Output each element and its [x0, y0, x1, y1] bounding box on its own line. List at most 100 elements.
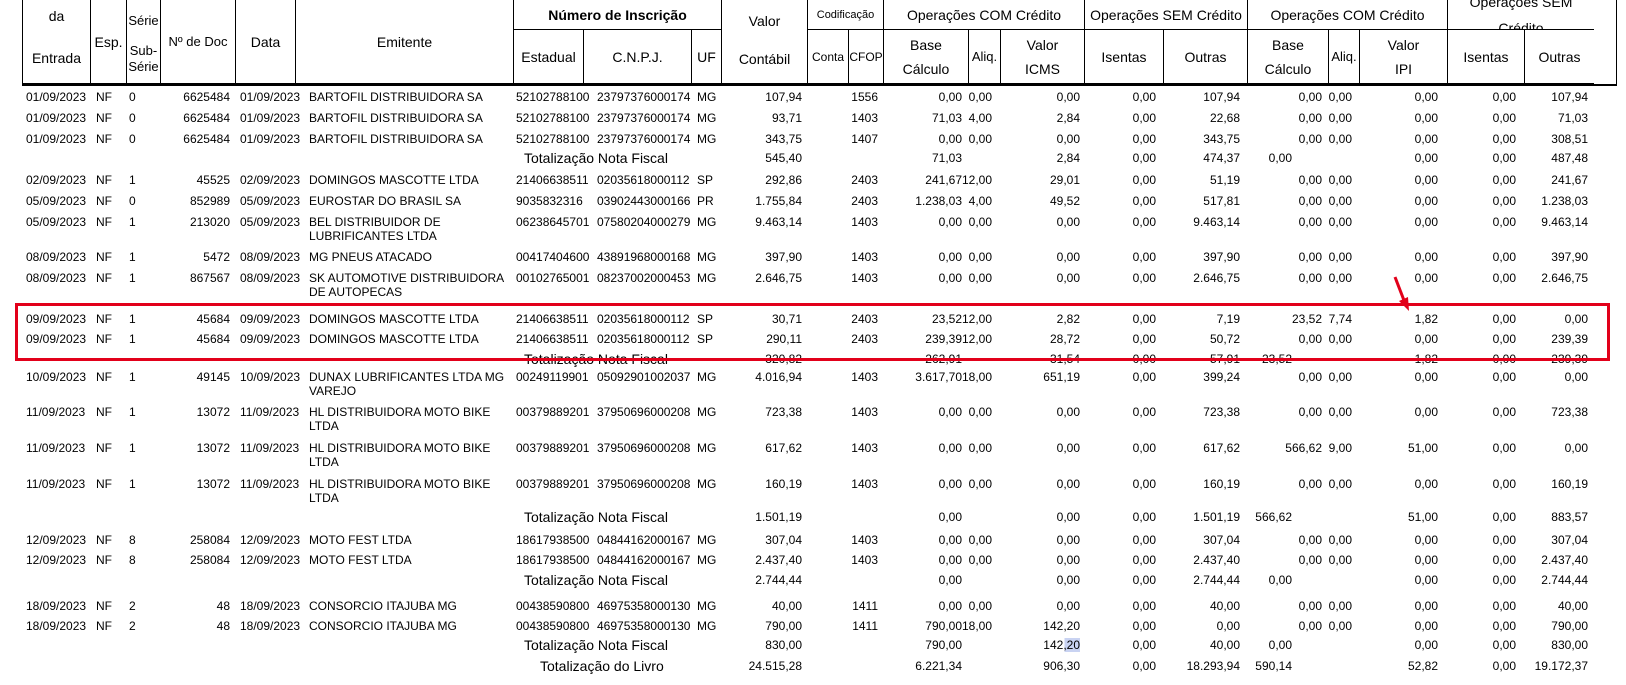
cell-ipi-outras: 790,00 — [1551, 619, 1588, 633]
total-ipi-base: 0,00 — [1268, 573, 1292, 587]
header-ndoc: Nº de Doc — [160, 0, 235, 84]
cell-cnpj: 23797376000174 — [597, 111, 691, 125]
cell-esp: NF — [96, 194, 112, 208]
cell-icms: 0,00 — [1056, 132, 1080, 146]
cell-valor: 723,38 — [765, 405, 802, 419]
cell-icms: 0,00 — [1056, 250, 1080, 264]
cell-uf: MG — [697, 619, 717, 633]
cell-doc: 49145 — [196, 370, 230, 384]
cell-cfop: 1403 — [851, 441, 878, 455]
cell-ipi-valor: 0,00 — [1414, 90, 1438, 104]
cell-esp: NF — [96, 405, 112, 419]
total-valor: 830,00 — [765, 638, 802, 652]
cell-ipi-valor: 0,00 — [1414, 132, 1438, 146]
cell-cfop: 1403 — [851, 215, 878, 229]
cell-estadual: 00438590800 — [516, 619, 590, 633]
cell-entrada: 10/09/2023 — [26, 370, 87, 384]
cell-outras: 2.437,40 — [1193, 553, 1240, 567]
cell-esp: NF — [96, 477, 112, 491]
cell-serie: 1 — [129, 215, 136, 229]
cell-ipi-outras: 40,00 — [1557, 599, 1588, 613]
cell-outras: 617,62 — [1203, 441, 1240, 455]
cell-esp: NF — [96, 533, 112, 547]
total-ipi-valor: 52,82 — [1407, 659, 1438, 673]
header-outras-ipi: Outras — [1524, 30, 1594, 84]
cell-uf: MG — [697, 533, 717, 547]
cell-cfop: 1407 — [851, 132, 878, 146]
cell-uf: MG — [697, 553, 717, 567]
cell-emitente: HL DISTRIBUIDORA MOTO BIKE — [309, 441, 491, 455]
cell-doc: 6625484 — [183, 111, 230, 125]
cell-data: 01/09/2023 — [240, 132, 301, 146]
cell-emitente: MOTO FEST LTDA — [309, 533, 412, 547]
cell-cfop: 1411 — [852, 599, 878, 613]
cell-data: 05/09/2023 — [240, 215, 301, 229]
header-base-calculo-icms: Base Cálculo — [883, 30, 968, 84]
cell-valor: 307,04 — [765, 533, 802, 547]
cell-ipi-base: 0,00 — [1298, 599, 1322, 613]
cell-ipi-base: 0,00 — [1298, 370, 1322, 384]
cell-ipi-outras: 2.437,40 — [1541, 553, 1588, 567]
cell-data: 08/09/2023 — [240, 250, 301, 264]
total-label: Totalização Nota Fiscal — [524, 509, 668, 525]
cell-uf: MG — [697, 111, 717, 125]
cell-ipi-outras: 2.646,75 — [1541, 271, 1588, 285]
cell-entrada: 12/09/2023 — [26, 553, 87, 567]
cell-ipi-aliq: 0,00 — [1328, 111, 1352, 125]
cell-cfop: 1556 — [851, 90, 878, 104]
cell-icms: 0,00 — [1056, 553, 1080, 567]
cell-cfop: 1403 — [851, 370, 878, 384]
header-valor-ipi-line1: Valor — [1387, 36, 1420, 53]
header-uf: UF — [691, 30, 721, 84]
cell-data: 11/09/2023 — [240, 405, 300, 419]
cell-aliq: 0,00 — [968, 477, 992, 491]
cell-cnpj: 08237002000453 — [597, 271, 691, 285]
cell-serie: 2 — [129, 599, 136, 613]
cell-emitente: HL DISTRIBUIDORA MOTO BIKE — [309, 405, 491, 419]
cell-ipi-valor: 51,00 — [1407, 441, 1438, 455]
cell-ipi-aliq: 0,00 — [1328, 599, 1352, 613]
cell-emitente: LTDA — [309, 491, 339, 505]
cell-cnpj: 37950696000208 — [597, 405, 691, 419]
cell-icms: 29,01 — [1049, 173, 1080, 187]
header-base-calculo-ipi: Base Cálculo — [1247, 30, 1328, 84]
cell-entrada: 05/09/2023 — [26, 194, 87, 208]
cell-serie: 1 — [129, 370, 136, 384]
cell-cnpj: 46975358000130 — [597, 619, 691, 633]
cell-base: 0,00 — [938, 533, 962, 547]
header-contabil: Contábil — [721, 34, 807, 84]
cell-emitente: LTDA — [309, 419, 339, 433]
cell-cnpj: 46975358000130 — [597, 599, 691, 613]
cell-ipi-aliq: 0,00 — [1328, 370, 1352, 384]
cell-ipi-isentas: 0,00 — [1492, 405, 1516, 419]
cell-aliq: 0,00 — [968, 271, 992, 285]
cell-ipi-outras: 307,04 — [1551, 533, 1588, 547]
header-cfop: CFOP — [848, 30, 883, 84]
cell-esp: NF — [96, 173, 112, 187]
total-ipi-outras: 487,48 — [1551, 151, 1588, 165]
total-valor: 2.744,44 — [755, 573, 802, 587]
cell-ipi-valor: 0,00 — [1414, 477, 1438, 491]
cell-ipi-base: 566,62 — [1285, 441, 1322, 455]
cell-doc: 13072 — [196, 441, 230, 455]
total-ipi-isentas: 0,00 — [1492, 151, 1516, 165]
cell-doc: 48 — [216, 599, 230, 613]
cell-entrada: 18/09/2023 — [26, 599, 87, 613]
cell-ipi-base: 0,00 — [1298, 271, 1322, 285]
cell-ipi-base: 0,00 — [1298, 90, 1322, 104]
header-valor-ipi-line2: IPI — [1394, 60, 1413, 77]
cell-outras: 517,81 — [1203, 194, 1240, 208]
cell-uf: MG — [697, 215, 717, 229]
cell-doc: 258084 — [189, 533, 230, 547]
header-valor-icms: Valor ICMS — [1000, 30, 1084, 84]
cell-emitente: BARTOFIL DISTRIBUIDORA SA — [309, 111, 483, 125]
cell-ipi-isentas: 0,00 — [1492, 477, 1516, 491]
cell-valor: 2.646,75 — [755, 271, 802, 285]
cell-ipi-valor: 0,00 — [1414, 533, 1438, 547]
cell-ipi-isentas: 0,00 — [1492, 111, 1516, 125]
total-icms: 142,20 — [1002, 638, 1080, 652]
cell-estadual: 00379889201 — [516, 405, 590, 419]
total-valor: 1.501,19 — [755, 510, 802, 524]
cell-ipi-aliq: 0,00 — [1328, 194, 1352, 208]
cell-emitente: DUNAX LUBRIFICANTES LTDA MG — [309, 370, 505, 384]
